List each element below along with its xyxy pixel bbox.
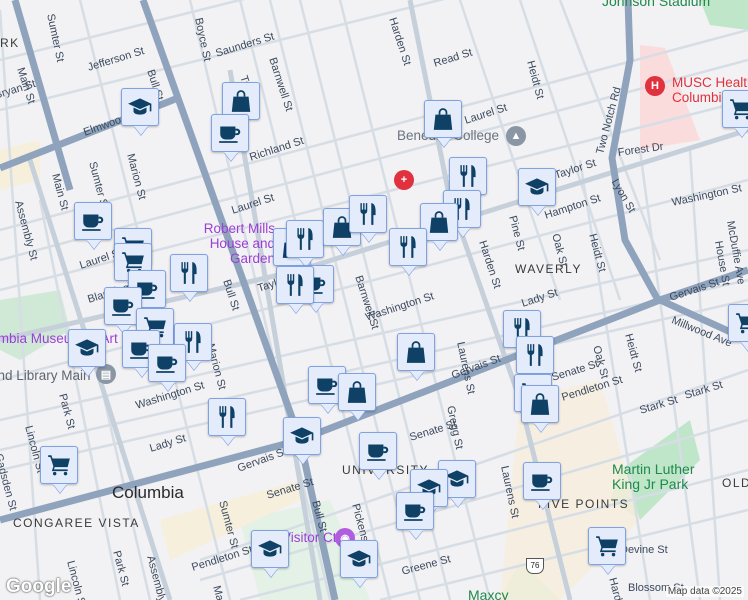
- street-label: Devine St: [620, 544, 668, 556]
- neighborhood-label: OLD: [722, 476, 748, 490]
- bag-marker[interactable]: [397, 333, 435, 371]
- poi-library[interactable]: Richland Library Main: [0, 368, 91, 383]
- bag-marker[interactable]: [521, 385, 559, 423]
- cart-marker[interactable]: [40, 446, 78, 484]
- coffee-icon: [529, 468, 555, 494]
- fork-marker[interactable]: [170, 254, 208, 292]
- fork-icon: [522, 342, 548, 368]
- neighborhood-label: CONGAREE VISTA: [13, 516, 140, 530]
- school-pin-icon[interactable]: ▲: [506, 126, 526, 146]
- neighborhood-label: RK: [0, 36, 20, 50]
- fork-marker[interactable]: [349, 195, 387, 233]
- fork-marker[interactable]: [389, 228, 427, 266]
- coffee-icon: [365, 438, 391, 464]
- bag-icon: [527, 391, 553, 417]
- cart-icon: [594, 533, 620, 559]
- poi-maxcy[interactable]: Maxcy: [468, 588, 508, 600]
- bag-icon: [344, 379, 370, 405]
- coffee-icon: [154, 350, 180, 376]
- school-icon: [74, 335, 100, 361]
- school-icon: [127, 94, 153, 120]
- school-marker[interactable]: [68, 329, 106, 367]
- fork-marker[interactable]: [208, 398, 246, 436]
- bag-marker[interactable]: [338, 373, 376, 411]
- coffee-marker[interactable]: [359, 432, 397, 470]
- coffee-icon: [80, 208, 106, 234]
- fork-icon: [214, 404, 240, 430]
- school-marker[interactable]: [518, 168, 556, 206]
- school-icon: [524, 174, 550, 200]
- coffee-icon: [314, 372, 340, 398]
- poi-stadium[interactable]: Johnson Stadium: [602, 0, 710, 9]
- poi-mlk-park[interactable]: Martin Luther King Jr Park: [612, 462, 722, 492]
- fork-icon: [455, 163, 481, 189]
- school-icon: [346, 546, 372, 572]
- coffee-marker[interactable]: [74, 202, 112, 240]
- coffee-icon: [217, 120, 243, 146]
- school-marker[interactable]: [121, 88, 159, 126]
- coffee-icon: [110, 293, 136, 319]
- cart-marker[interactable]: [728, 304, 748, 342]
- bag-icon: [430, 106, 456, 132]
- cart-marker[interactable]: [588, 527, 626, 565]
- bag-marker[interactable]: [424, 100, 462, 138]
- school-icon: [257, 536, 283, 562]
- map-canvas[interactable]: Main St Sumter St Jefferson St Bryan St …: [0, 0, 748, 600]
- school-marker[interactable]: [283, 417, 321, 455]
- fork-marker[interactable]: [516, 336, 554, 374]
- library-icon[interactable]: ▤: [96, 364, 116, 384]
- bag-icon: [403, 339, 429, 365]
- google-logo[interactable]: Google: [6, 576, 71, 598]
- school-marker[interactable]: [251, 530, 289, 568]
- fork-icon: [176, 260, 202, 286]
- fork-icon: [395, 234, 421, 260]
- fork-icon: [292, 226, 318, 252]
- fork-icon: [355, 201, 381, 227]
- cart-marker[interactable]: [722, 90, 748, 128]
- route-shield: 76: [526, 558, 544, 574]
- coffee-icon: [402, 498, 428, 524]
- cart-icon: [46, 452, 72, 478]
- fork-marker[interactable]: [286, 220, 324, 258]
- cart-icon: [728, 96, 748, 122]
- school-marker[interactable]: [340, 540, 378, 578]
- hospital-icon[interactable]: +: [394, 170, 414, 190]
- neighborhood-label: WAVERLY: [515, 262, 582, 276]
- hospital-icon[interactable]: H: [645, 76, 665, 96]
- school-icon: [289, 423, 315, 449]
- coffee-marker[interactable]: [211, 114, 249, 152]
- coffee-marker[interactable]: [148, 344, 186, 382]
- city-label: Columbia: [112, 483, 184, 502]
- cart-icon: [734, 310, 748, 336]
- fork-icon: [282, 272, 308, 298]
- bag-icon: [426, 209, 452, 235]
- bag-icon: [228, 88, 254, 114]
- attribution[interactable]: Map data ©2025: [665, 586, 744, 597]
- coffee-marker[interactable]: [523, 462, 561, 500]
- poi-visitor-center[interactable]: Visitor Ctr: [282, 530, 341, 545]
- fork-marker[interactable]: [276, 266, 314, 304]
- coffee-marker[interactable]: [396, 492, 434, 530]
